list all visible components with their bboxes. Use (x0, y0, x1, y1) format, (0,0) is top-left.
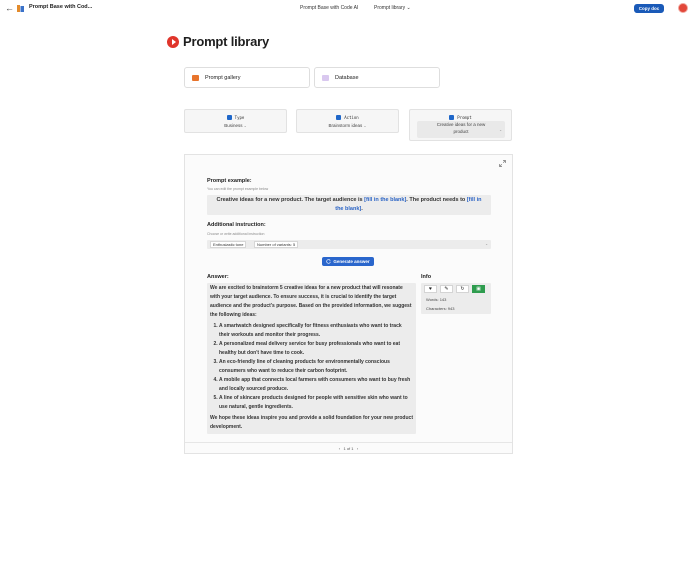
list-item: An eco-friendly line of cleaning product… (219, 358, 413, 376)
avatar[interactable] (678, 3, 688, 13)
refresh-icon (326, 259, 332, 264)
answer-label: Answer: (207, 274, 229, 280)
prev-page-button[interactable]: ‹ (339, 446, 340, 451)
edit-icon[interactable]: ✎ (440, 285, 453, 293)
answer-text[interactable]: We are excited to brainstorm 5 creative … (207, 283, 416, 434)
blank-placeholder[interactable]: [fill in (467, 197, 482, 203)
prompt-selector[interactable]: Prompt Creative ideas for a new product … (409, 109, 512, 141)
chevron-down-icon: ⌄ (485, 242, 488, 246)
top-bar: ← Prompt Base with Cod... Prompt Base wi… (0, 0, 700, 17)
refresh-icon[interactable]: ↻ (456, 285, 469, 293)
info-panel: ♥ ✎ ↻ ▣ Words: 143 Characters: 943 (421, 283, 491, 314)
action-icon (336, 115, 342, 120)
list-item: A smartwatch designed specifically for f… (219, 322, 413, 340)
page-title: Prompt library (183, 34, 270, 49)
chevron-down-icon: ⌄ (243, 124, 247, 128)
prompt-example-hint: You can edit the prompt example below (207, 187, 269, 191)
heart-icon[interactable]: ♥ (424, 285, 437, 293)
pagination: ‹ 1 of 1 › (185, 442, 512, 453)
type-value[interactable]: Business ⌄ (185, 123, 286, 128)
additional-instruction-hint: Choose or write additional instruction (207, 232, 265, 236)
page-menu[interactable]: Prompt library ⌄ (374, 5, 411, 11)
additional-instruction-label: Additional instruction: (207, 222, 266, 228)
chevron-down-icon: ⌄ (363, 124, 367, 128)
next-page-button[interactable]: › (357, 446, 358, 451)
answer-list: A smartwatch designed specifically for f… (210, 322, 413, 412)
doc-title-breadcrumb[interactable]: Prompt Base with Cod... (29, 4, 92, 10)
prompt-gallery-label: Prompt gallery (205, 75, 241, 81)
prompt-example-editor[interactable]: Creative ideas for a new product. The ta… (207, 195, 491, 215)
database-label: Database (335, 75, 359, 81)
database-icon (322, 75, 329, 81)
prompt-gallery-link[interactable]: Prompt gallery (184, 67, 310, 88)
list-item: A mobile app that connects local farmers… (219, 376, 413, 394)
copy-doc-button[interactable]: Copy doc (634, 4, 664, 13)
gallery-icon (192, 75, 199, 81)
doc-center-title[interactable]: Prompt Base with Code AI (300, 5, 358, 11)
expand-icon[interactable] (499, 160, 506, 167)
prompt-value[interactable]: Creative ideas for a new product ⌄ (417, 121, 505, 138)
instruction-chip-tone[interactable]: Enthusiastic tone (210, 241, 247, 248)
blank-placeholder[interactable]: the blank] (335, 206, 361, 212)
prompt-icon (449, 115, 455, 120)
type-label: Type (234, 115, 245, 120)
action-value[interactable]: Brainstorm ideas ⌄ (297, 123, 398, 128)
prompt-label: Prompt (457, 115, 472, 120)
page-indicator: 1 of 1 (343, 446, 354, 451)
insert-icon[interactable]: ▣ (472, 285, 485, 293)
type-selector[interactable]: Type Business ⌄ (184, 109, 287, 133)
blank-placeholder[interactable]: [fill in the blank] (364, 197, 406, 203)
list-item: A line of skincare products designed for… (219, 394, 413, 412)
action-selector[interactable]: Action Brainstorm ideas ⌄ (296, 109, 399, 133)
play-icon (167, 36, 179, 48)
generate-answer-button[interactable]: Generate answer (322, 257, 374, 266)
character-count: Characters: 943 (426, 306, 455, 311)
list-item: A personalized meal delivery service for… (219, 340, 413, 358)
additional-instruction-select[interactable]: Enthusiastic tone Number of variants: 5 … (207, 240, 491, 249)
answer-outro: We hope these ideas inspire you and prov… (210, 415, 413, 430)
prompt-example-label: Prompt example: (207, 178, 252, 184)
doc-icon (17, 5, 24, 12)
action-label: Action (344, 115, 359, 120)
chevron-down-icon: ⌄ (406, 5, 411, 11)
back-arrow-icon[interactable]: ← (5, 3, 14, 13)
info-label: Info (421, 274, 432, 280)
database-link[interactable]: Database (314, 67, 440, 88)
answer-intro: We are excited to brainstorm 5 creative … (210, 285, 412, 318)
instruction-chip-variants[interactable]: Number of variants: 5 (254, 241, 299, 248)
type-icon (226, 115, 232, 120)
chevron-down-icon: ⌄ (499, 128, 502, 132)
page-menu-label: Prompt library (374, 5, 406, 11)
word-count: Words: 143 (426, 297, 447, 302)
